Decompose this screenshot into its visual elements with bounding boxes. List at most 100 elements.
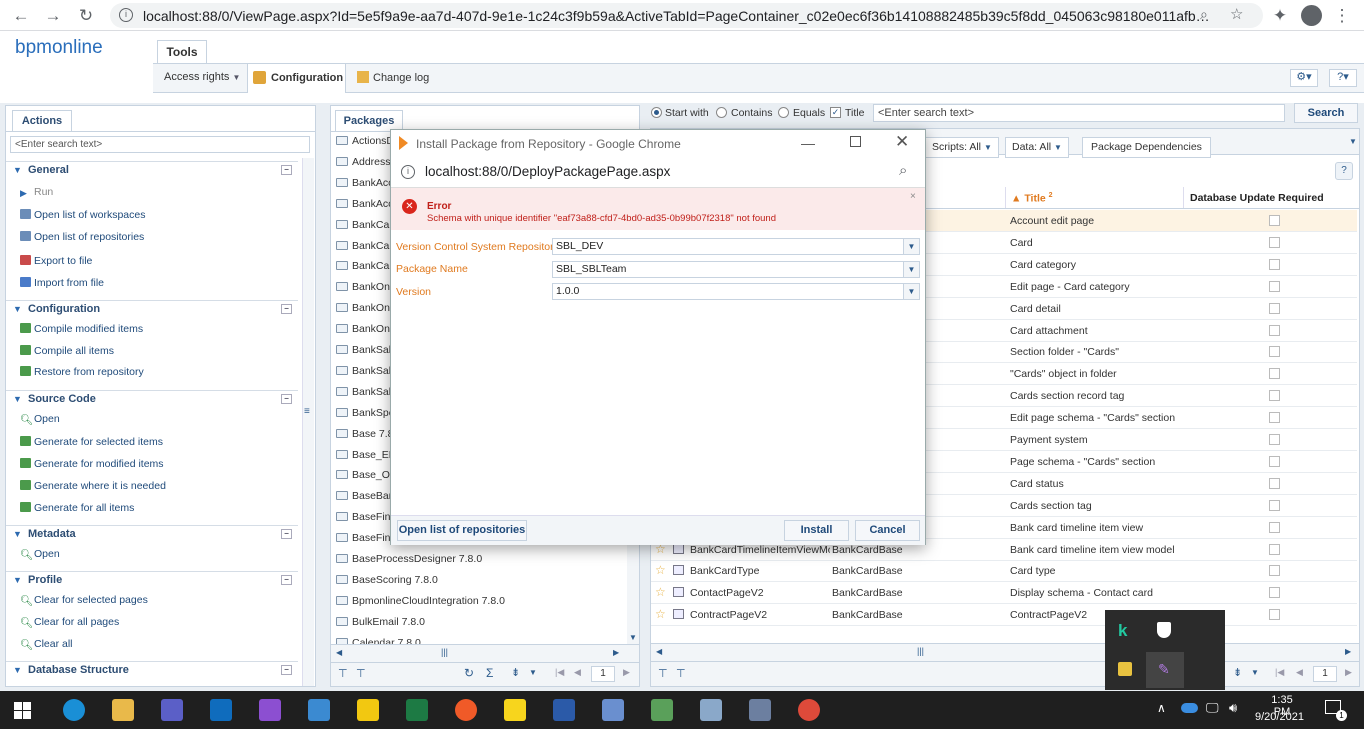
db-update-checkbox[interactable]	[1269, 412, 1280, 424]
radio-start-with[interactable]	[651, 107, 662, 118]
package-item[interactable]: Base_EN	[336, 449, 396, 461]
tab-access-rights[interactable]: Access rights ▼	[164, 71, 240, 83]
db-update-checkbox[interactable]	[1269, 499, 1280, 511]
col-db-update-header[interactable]: Database Update Required	[1183, 187, 1359, 208]
app-icon[interactable]	[308, 699, 330, 721]
app-icon[interactable]	[455, 699, 477, 721]
db-update-checkbox[interactable]	[1269, 390, 1280, 402]
tray-app-highlight[interactable]: ✎	[1146, 652, 1184, 688]
db-update-checkbox[interactable]	[1269, 324, 1280, 336]
project-icon[interactable]	[651, 699, 673, 721]
actions-search-input[interactable]: <Enter search text>	[10, 136, 310, 153]
favorite-star-icon[interactable]: ☆	[655, 585, 666, 599]
first-page-icon[interactable]: |◀	[555, 667, 564, 678]
section-general[interactable]: ▼ General −	[6, 161, 298, 179]
package-item[interactable]: BaseFina	[336, 532, 396, 544]
filter-data[interactable]: Data: All ▼	[1005, 137, 1069, 158]
package-item[interactable]: BankSale	[336, 344, 397, 356]
package-item[interactable]: AddressF	[336, 156, 397, 168]
action-clear-all[interactable]: 🔍︎Clear all	[20, 638, 73, 651]
db-update-checkbox[interactable]	[1269, 302, 1280, 314]
db-update-checkbox[interactable]	[1269, 236, 1280, 248]
db-update-checkbox[interactable]	[1269, 346, 1280, 358]
package-item[interactable]: BankCar	[336, 260, 393, 272]
volume-icon[interactable]: 🔊︎	[1229, 700, 1237, 716]
search-button[interactable]: Search	[1294, 103, 1358, 123]
scroll-left-icon[interactable]: ◀	[656, 647, 662, 656]
package-item[interactable]: BankOnb	[336, 302, 396, 314]
reload-icon[interactable]: ↻	[75, 5, 97, 27]
package-item[interactable]: BaseBan	[336, 490, 395, 502]
action-clear-selected[interactable]: 🔍︎Clear for selected pages	[20, 594, 148, 607]
next-page-icon[interactable]: ▶	[623, 667, 630, 678]
db-update-checkbox[interactable]	[1269, 258, 1280, 270]
close-icon[interactable]: ×	[910, 191, 916, 202]
db-update-checkbox[interactable]	[1269, 280, 1280, 292]
package-item[interactable]: BankAcc	[336, 198, 393, 210]
package-item[interactable]: BaseFina	[336, 511, 396, 523]
action-open-repositories[interactable]: Open list of repositories	[20, 231, 144, 243]
action-metadata-open[interactable]: 🔍︎Open	[20, 548, 60, 561]
app-icon[interactable]	[700, 699, 722, 721]
db-update-checkbox[interactable]	[1269, 521, 1280, 533]
package-name-select[interactable]: SBL_SBLTeam ▼	[552, 261, 920, 278]
power-bi-icon[interactable]	[357, 699, 379, 721]
table-row[interactable]: ☆ BankCardType BankCardBase Card type	[651, 560, 1357, 583]
package-item[interactable]: Base 7.8	[336, 428, 393, 440]
package-item[interactable]: BankSale	[336, 386, 397, 398]
info-icon[interactable]: i	[119, 8, 133, 22]
chevron-down-icon[interactable]: ▼	[1349, 137, 1357, 146]
filter-scripts[interactable]: Scripts: All ▼	[925, 137, 999, 158]
package-item[interactable]: BaseScoring 7.8.0	[336, 574, 438, 586]
package-item[interactable]: BaseProcessDesigner 7.8.0	[336, 553, 482, 565]
minimize-icon[interactable]: −	[281, 529, 292, 539]
address-bar[interactable]: i localhost:88/0/ViewPage.aspx?Id=5e5f9a…	[110, 3, 1263, 28]
packages-page-input[interactable]: 1	[591, 666, 615, 682]
tab-change-log[interactable]: Change log	[357, 71, 429, 84]
minimize-icon[interactable]: −	[281, 394, 292, 404]
minimize-window-icon[interactable]: —	[801, 135, 815, 151]
action-export[interactable]: Export to file	[20, 255, 92, 267]
checkbox-title[interactable]: ✓	[830, 107, 841, 118]
filter-icon[interactable]: ⊤	[658, 667, 668, 680]
radio-contains[interactable]	[716, 107, 727, 118]
filter-package-dependencies[interactable]: Package Dependencies	[1082, 137, 1211, 158]
scroll-right-icon[interactable]: ▶	[613, 648, 619, 657]
grid-help-icon[interactable]: ?	[1335, 162, 1353, 180]
package-item[interactable]: BankSpe	[336, 407, 395, 419]
action-generate-modified[interactable]: Generate for modified items	[20, 458, 164, 470]
action-generate-all[interactable]: Generate for all items	[20, 502, 134, 514]
minimize-icon[interactable]: −	[281, 575, 292, 585]
db-update-checkbox[interactable]	[1269, 477, 1280, 489]
action-import[interactable]: Import from file	[20, 277, 104, 289]
sum-icon[interactable]: Σ	[486, 666, 493, 680]
package-item[interactable]: BpmonlineCloudIntegration 7.8.0	[336, 595, 505, 607]
open-list-of-repositories-button[interactable]: Open list of repositories	[397, 520, 527, 541]
first-page-icon[interactable]: |◀	[1275, 667, 1284, 678]
chrome-icon[interactable]	[798, 699, 820, 721]
install-button[interactable]: Install	[784, 520, 849, 541]
app-icon[interactable]	[602, 699, 624, 721]
minimize-icon[interactable]: −	[281, 665, 292, 675]
col-title-header[interactable]: ▲ Title 2	[1005, 187, 1183, 208]
package-item[interactable]: BankCar	[336, 240, 393, 252]
scroll-right-icon[interactable]: ▶	[1345, 647, 1351, 656]
package-item[interactable]: BulkEmail 7.8.0	[336, 616, 425, 628]
db-update-checkbox[interactable]	[1269, 434, 1280, 445]
scroll-left-icon[interactable]: ◀	[336, 648, 342, 657]
action-compile-modified[interactable]: Compile modified items	[20, 323, 143, 335]
help-icon[interactable]: ?▾	[1329, 69, 1357, 87]
scroll-down-icon[interactable]: ▼	[629, 633, 637, 642]
menu-dots-icon[interactable]: ⋮	[1331, 5, 1353, 27]
action-source-open[interactable]: 🔍︎Open	[20, 413, 60, 426]
action-restore[interactable]: Restore from repository	[20, 366, 144, 378]
action-run[interactable]: ▶ Run	[20, 186, 53, 198]
radio-equals[interactable]	[778, 107, 789, 118]
outlook-icon[interactable]	[210, 699, 232, 721]
edge-icon[interactable]	[63, 699, 85, 721]
sticky-notes-icon[interactable]	[504, 699, 526, 721]
package-item[interactable]: Calendar 7.8.0	[336, 637, 421, 644]
package-item[interactable]: BankOnb	[336, 281, 396, 293]
network-icon[interactable]: 🖵︎	[1206, 700, 1219, 716]
actions-scrollbar[interactable]: ≡	[302, 158, 314, 686]
